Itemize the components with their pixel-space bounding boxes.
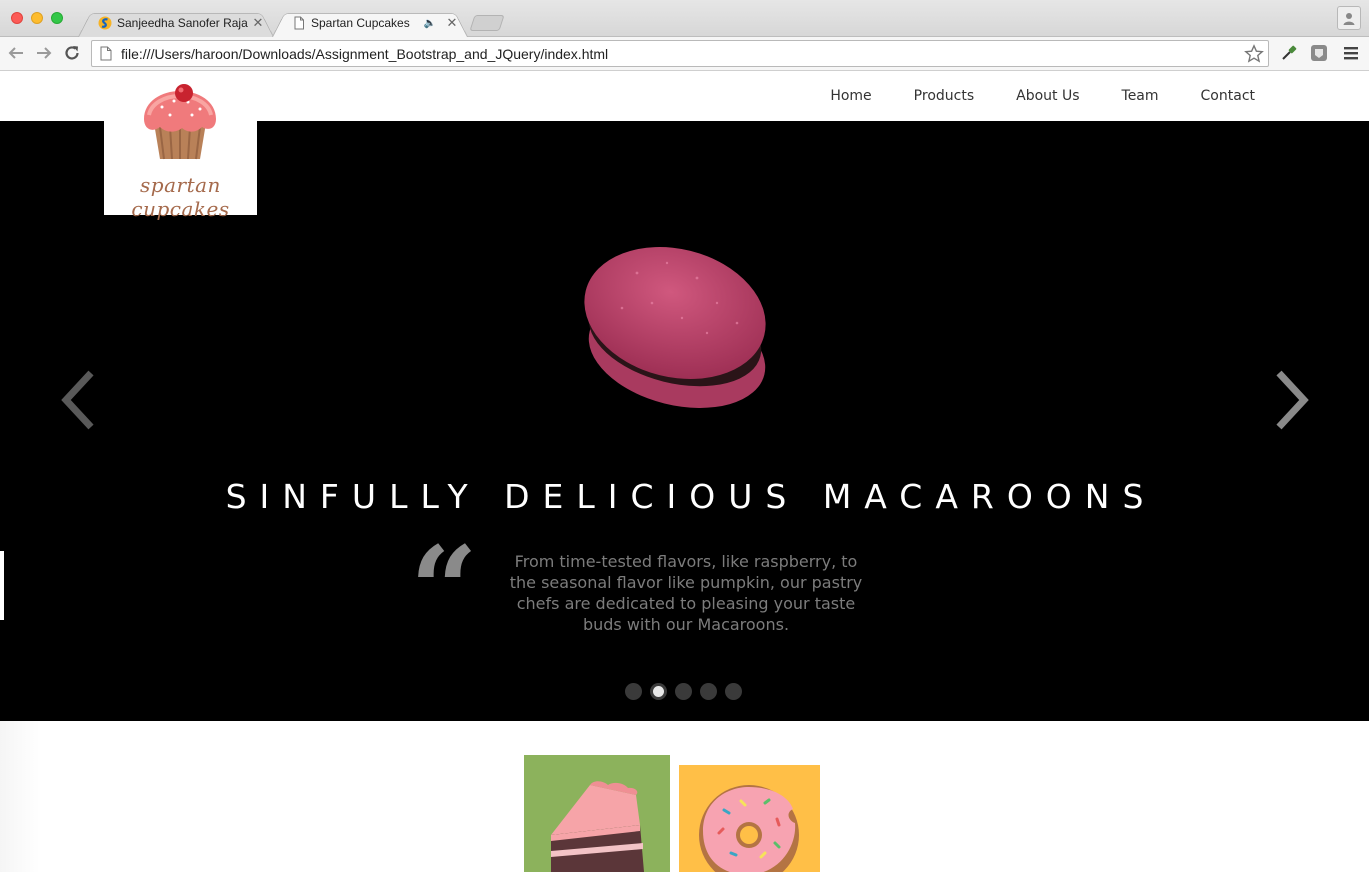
side-tab[interactable]: [0, 551, 4, 620]
nav-team[interactable]: Team: [1122, 88, 1159, 104]
eyedropper-extension-icon[interactable]: [1279, 43, 1299, 63]
extension-icon[interactable]: [1309, 43, 1329, 63]
reload-button[interactable]: [61, 42, 83, 64]
product-tile-donut[interactable]: [679, 765, 820, 872]
new-tab-button[interactable]: [469, 15, 505, 31]
page-icon: [100, 46, 112, 61]
close-tab-icon[interactable]: ✕: [446, 15, 458, 31]
logo-text: spartan cupcakes: [131, 173, 230, 221]
person-icon: [1343, 13, 1355, 25]
cupcake-logo-icon: [144, 84, 216, 160]
browser-tab-sanjeedha[interactable]: Sanjeedha Sanofer Raja ✕: [78, 9, 274, 37]
carousel-indicator-dot[interactable]: [650, 683, 667, 700]
slide-heading: SINFULLY DELICIOUS MACAROONS: [225, 477, 1157, 516]
carousel-prev-icon[interactable]: [58, 369, 98, 431]
bookmark-star-icon[interactable]: [1244, 43, 1264, 64]
menu-icon[interactable]: [1341, 43, 1361, 63]
arrow-left-icon: [8, 47, 23, 59]
carousel-indicator-dot[interactable]: [725, 683, 742, 700]
donut-icon: [699, 785, 799, 872]
tab-title: Spartan Cupcakes: [311, 16, 410, 30]
carousel-indicator-dot[interactable]: [700, 683, 717, 700]
site-logo[interactable]: spartan cupcakes: [104, 71, 257, 221]
browser-tab-bar: Sanjeedha Sanofer Raja ✕ Spartan Cupcake…: [0, 0, 1369, 37]
minimize-window-button[interactable]: [31, 12, 43, 24]
close-window-button[interactable]: [11, 12, 23, 24]
carousel-indicators: [625, 683, 750, 700]
nav-products[interactable]: Products: [914, 88, 974, 104]
browser-tab-spartan-cupcakes[interactable]: Spartan Cupcakes 🔈 ✕: [272, 9, 468, 37]
forward-button[interactable]: [33, 42, 55, 64]
page-icon: [294, 16, 304, 30]
macaron-image: [584, 247, 766, 408]
reload-icon: [65, 46, 79, 60]
close-tab-icon[interactable]: ✕: [252, 15, 264, 31]
page-shadow: [0, 721, 40, 872]
carousel-indicator-dot[interactable]: [625, 683, 642, 700]
product-tile-cake[interactable]: [524, 755, 670, 872]
tab-title: Sanjeedha Sanofer Raja: [117, 16, 248, 30]
carousel-indicator-dot[interactable]: [675, 683, 692, 700]
site-favicon-icon: [98, 16, 112, 30]
browser-toolbar: file:///Users/haroon/Downloads/Assignmen…: [0, 37, 1369, 71]
url-text: file:///Users/haroon/Downloads/Assignmen…: [121, 45, 609, 62]
back-button[interactable]: [5, 42, 27, 64]
audio-playing-icon[interactable]: 🔈: [424, 18, 436, 29]
nav-home[interactable]: Home: [830, 88, 871, 104]
cake-slice-icon: [551, 781, 644, 872]
arrow-right-icon: [37, 47, 52, 59]
address-bar[interactable]: file:///Users/haroon/Downloads/Assignmen…: [91, 40, 1269, 67]
quote-mark-icon: “: [410, 520, 478, 659]
profile-button[interactable]: [1337, 6, 1361, 30]
nav-contact[interactable]: Contact: [1201, 88, 1255, 104]
fullscreen-window-button[interactable]: [51, 12, 63, 24]
nav-about-us[interactable]: About Us: [1016, 88, 1079, 104]
main-navigation: Home Products About Us Team Contact: [788, 71, 1255, 121]
carousel-next-icon[interactable]: [1272, 369, 1312, 431]
slide-quote: From time-tested flavors, like raspberry…: [509, 552, 863, 634]
